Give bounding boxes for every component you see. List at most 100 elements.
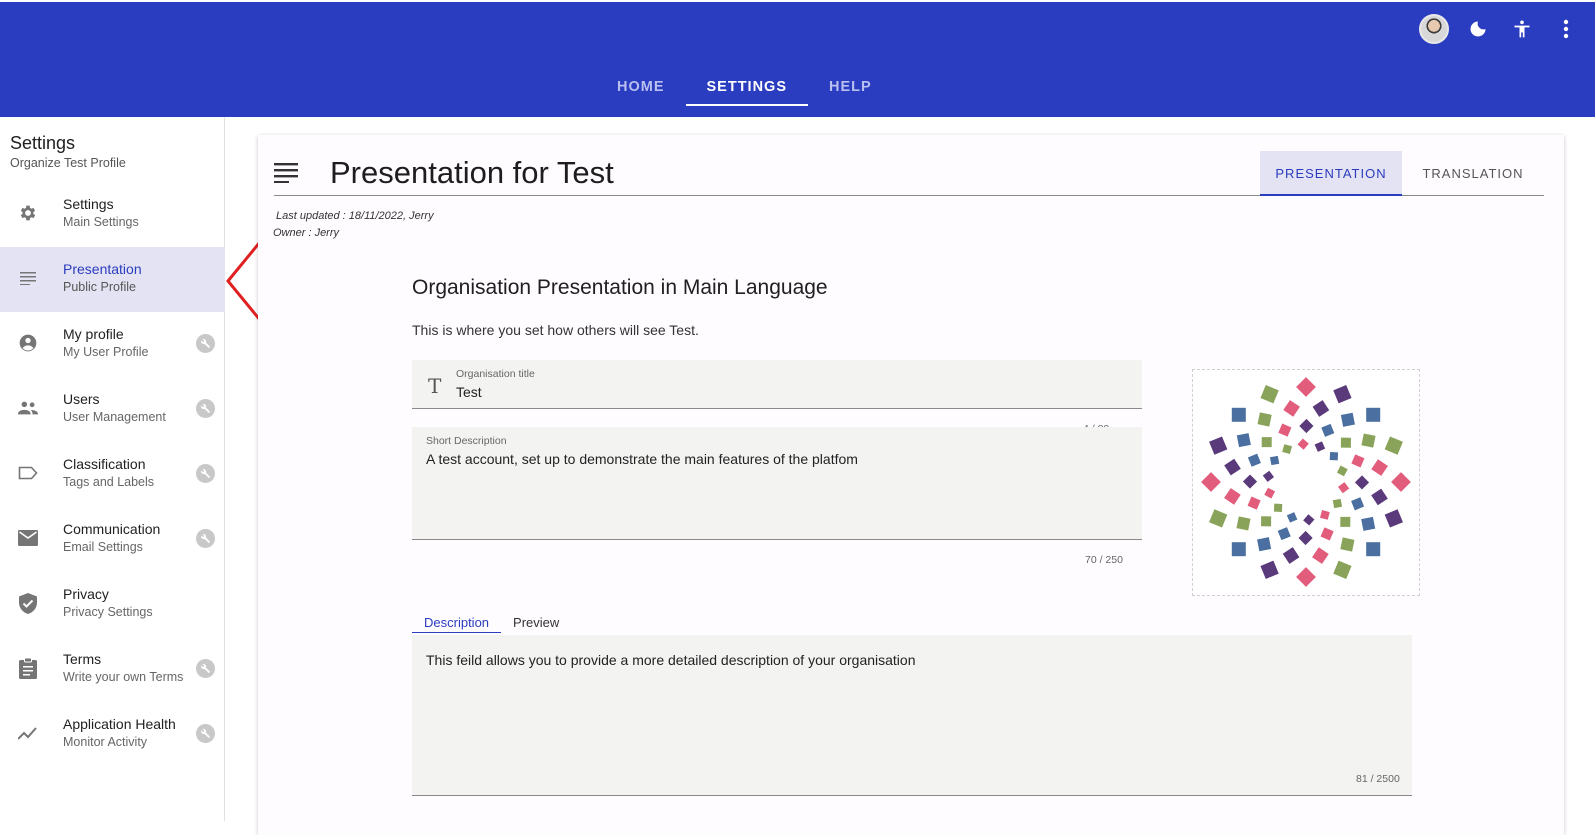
logo-tile	[1209, 509, 1228, 528]
nav-tab-home[interactable]: HOME	[596, 70, 686, 106]
logo-tile	[1264, 487, 1276, 499]
tab-description[interactable]: Description	[412, 615, 502, 633]
logo-tile	[1384, 509, 1403, 528]
sidebar-item-settings[interactable]: Settings Main Settings	[0, 182, 225, 247]
sidebar-item-sublabel: Email Settings	[63, 540, 143, 554]
sidebar-item-label: Presentation	[63, 261, 142, 277]
logo-tile	[1273, 503, 1283, 512]
sidebar-item-my-profile[interactable]: My profile My User Profile	[0, 312, 225, 377]
sidebar-item-sublabel: User Management	[63, 410, 166, 424]
field-value: This feild allows you to provide a more …	[426, 652, 916, 668]
logo-tile	[1236, 433, 1251, 448]
logo-tile	[1297, 438, 1309, 450]
sidebar-item-label: Communication	[63, 521, 161, 537]
notes-icon	[274, 161, 300, 187]
sidebar-item-terms[interactable]: Terms Write your own Terms	[0, 637, 225, 702]
tab-preview[interactable]: Preview	[501, 615, 571, 633]
user-avatar[interactable]	[1419, 14, 1449, 44]
logo-tile	[1351, 497, 1365, 511]
logo-tile	[1231, 542, 1246, 557]
field-value: Test	[456, 384, 482, 400]
sidebar-item-label: Classification	[63, 456, 146, 472]
sidebar-item-application-health[interactable]: Application Health Monitor Activity	[0, 702, 225, 767]
logo-image	[1201, 377, 1411, 587]
sidebar-item-presentation[interactable]: Presentation Public Profile	[0, 247, 225, 312]
sidebar-item-classification[interactable]: Classification Tags and Labels	[0, 442, 225, 507]
logo-tile	[1340, 537, 1355, 552]
logo-tile	[1332, 498, 1343, 509]
logo-tile	[1321, 423, 1335, 437]
logo-tile	[1366, 542, 1381, 557]
tab-translation[interactable]: TRANSLATION	[1402, 151, 1544, 195]
logo-tile	[1277, 527, 1291, 541]
logo-tile	[1338, 482, 1350, 494]
top-app-bar: HOME SETTINGS HELP	[0, 0, 1595, 117]
wrench-icon	[196, 464, 215, 483]
sidebar-item-communication[interactable]: Communication Email Settings	[0, 507, 225, 572]
field-label: Organisation title	[456, 368, 535, 380]
char-counter: 70 / 250	[1085, 554, 1123, 566]
logo-tile	[1247, 496, 1261, 510]
logo-tile	[1312, 547, 1329, 564]
logo-tile	[1333, 560, 1352, 579]
logo-tile	[1278, 423, 1292, 437]
sidebar-item-privacy[interactable]: Privacy Privacy Settings	[0, 572, 225, 637]
organisation-logo[interactable]	[1192, 369, 1420, 596]
logo-tile	[1303, 514, 1315, 526]
logo-tile	[1371, 488, 1388, 506]
description-textarea[interactable]: This feild allows you to provide a more …	[412, 635, 1412, 796]
clipboard-icon	[17, 657, 39, 679]
wrench-icon	[196, 334, 215, 353]
logo-tile	[1282, 444, 1293, 455]
field-label: Short Description	[426, 435, 507, 447]
settings-sidebar: Settings Organize Test Profile Settings …	[0, 117, 225, 821]
logo-tile	[1351, 454, 1365, 468]
logo-tile	[1231, 407, 1246, 422]
logo-tile	[1209, 436, 1228, 455]
wrench-icon	[196, 724, 215, 743]
logo-tile	[1312, 400, 1330, 417]
logo-tile	[1340, 412, 1355, 427]
sidebar-item-sublabel: Public Profile	[63, 280, 136, 294]
account-circle-icon	[17, 332, 39, 354]
notes-icon	[17, 267, 39, 289]
main-nav: HOME SETTINGS HELP	[596, 70, 893, 106]
people-icon	[17, 397, 39, 419]
sidebar-item-sublabel: Main Settings	[63, 215, 139, 229]
short-description-field[interactable]: Short Description A test account, set up…	[412, 427, 1142, 540]
description-tabs: Description Preview	[412, 615, 571, 633]
logo-tile	[1296, 567, 1316, 587]
label-icon	[17, 462, 39, 484]
sidebar-item-label: Users	[63, 391, 100, 407]
logo-tile	[1299, 418, 1314, 434]
card-header: Presentation for Test PRESENTATION TRANS…	[274, 151, 1544, 196]
logo-tile	[1247, 453, 1261, 467]
organisation-title-field[interactable]: T Organisation title Test	[412, 360, 1142, 409]
moon-icon[interactable]	[1463, 14, 1493, 44]
sidebar-item-users[interactable]: Users User Management	[0, 377, 225, 442]
trending-icon	[17, 722, 39, 744]
tab-presentation[interactable]: PRESENTATION	[1260, 151, 1402, 196]
nav-tab-help[interactable]: HELP	[808, 70, 893, 106]
logo-tile	[1391, 472, 1411, 492]
last-updated-text: Last updated : 18/11/2022, Jerry	[276, 210, 434, 222]
top-edge	[0, 0, 1595, 2]
accessibility-icon[interactable]	[1507, 14, 1537, 44]
sidebar-subtitle: Organize Test Profile	[10, 156, 126, 170]
logo-tile	[1242, 474, 1258, 489]
owner-text: Owner : Jerry	[273, 227, 340, 239]
logo-tile	[1296, 377, 1316, 397]
sidebar-title: Settings	[10, 133, 76, 153]
more-vert-icon[interactable]	[1551, 14, 1581, 44]
text-format-icon: T	[428, 374, 442, 398]
logo-tile	[1282, 547, 1300, 564]
logo-tile	[1361, 433, 1376, 448]
logo-tile	[1354, 475, 1370, 490]
nav-tab-settings[interactable]: SETTINGS	[685, 70, 809, 106]
logo-tile	[1283, 400, 1300, 417]
sidebar-item-label: Settings	[63, 196, 114, 212]
section-title: Organisation Presentation in Main Langua…	[412, 276, 828, 299]
logo-tile	[1314, 441, 1326, 452]
logo-tile	[1320, 527, 1334, 541]
shield-check-icon	[17, 592, 39, 614]
